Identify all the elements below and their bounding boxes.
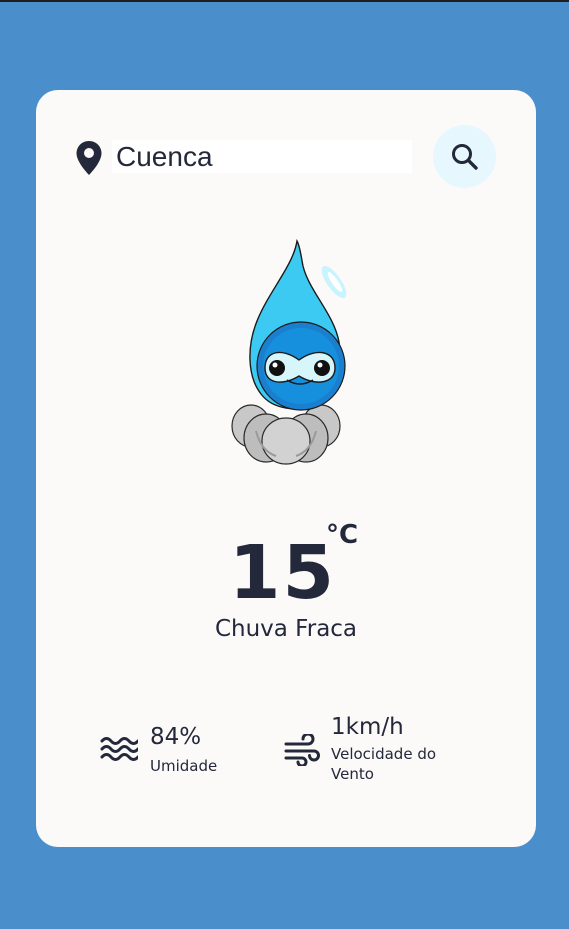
weather-card: 15 °C Chuva Fraca 84% Umidade 1km/h Velo… [36,90,536,847]
humidity-label: Umidade [150,757,218,775]
location-pin-icon [75,140,103,176]
wind-stat: 1km/h Velocidade do Vento [284,712,484,792]
temperature-unit: °C [326,520,359,550]
humidity-value: 84% [150,724,202,750]
search-button[interactable] [433,125,496,188]
top-edge-bar [0,0,569,2]
weather-description: Chuva Fraca [214,616,358,642]
humidity-stat: 84% Umidade [100,722,270,782]
wind-icon [284,732,320,771]
wind-speed-label: Velocidade do Vento [331,745,437,783]
wind-speed-value: 1km/h [331,714,404,740]
water-waves-icon [100,734,140,769]
search-bar [36,90,536,230]
rain-drop-cloud-illustration [221,236,351,471]
temperature-value: 15 [229,530,336,616]
city-search-input[interactable] [112,140,412,173]
temperature-display: 15 °C [36,520,536,616]
